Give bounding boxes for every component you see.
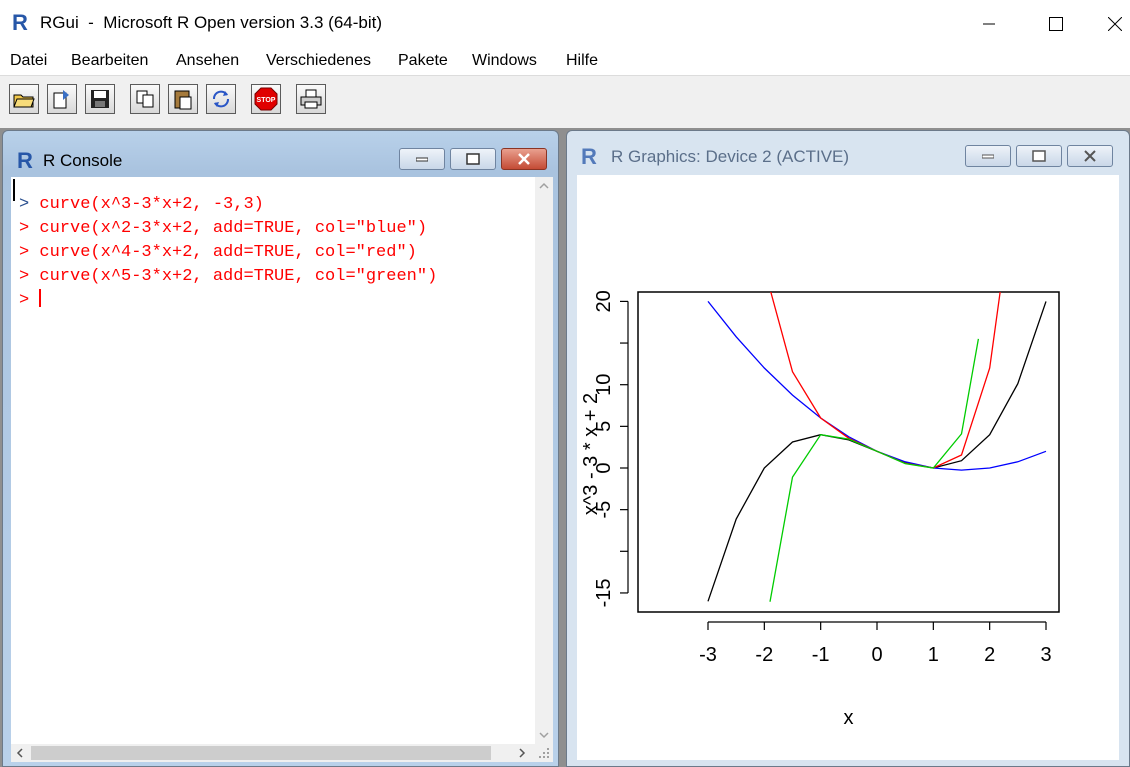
console-command: curve(x^3-3*x+2, -3,3)	[39, 195, 264, 214]
close-button[interactable]	[1100, 0, 1130, 48]
console-line: > curve(x^3-3*x+2, -3,3)	[19, 193, 437, 217]
save-button[interactable]	[85, 84, 115, 114]
menu-hilfe[interactable]: Hilfe	[566, 52, 598, 70]
paste-button[interactable]	[168, 84, 198, 114]
copy-icon	[136, 90, 154, 108]
scroll-left-icon[interactable]	[11, 744, 29, 762]
menu-datei[interactable]: Datei	[10, 52, 47, 70]
graphics-r-logo-icon: R	[581, 144, 597, 169]
plot-area: x x^3 - 3 * x + 2 -3 -2 -1 0 1 2 3 -15 -5 0 5 10 20	[577, 175, 1119, 760]
menu-bar: Datei Bearbeiten Ansehen Verschiedenes P…	[0, 48, 1130, 75]
copy-button[interactable]	[130, 84, 160, 114]
x-tick-label: 1	[928, 644, 939, 666]
resize-grip-icon[interactable]	[535, 744, 553, 762]
paste-icon	[174, 90, 192, 110]
y-tick-label: 10	[593, 374, 615, 396]
console-command: curve(x^4-3*x+2, add=TRUE, col="red")	[39, 243, 417, 262]
console-title: R Console	[43, 151, 123, 170]
console-close-button[interactable]	[501, 148, 547, 170]
x-tick-label: 3	[1040, 644, 1051, 666]
open-script-icon	[13, 94, 35, 108]
y-tick-label: 5	[593, 421, 615, 432]
graphics-minimize-button[interactable]	[965, 145, 1011, 167]
minimize-icon	[982, 154, 994, 159]
console-command: curve(x^5-3*x+2, add=TRUE, col="green")	[39, 267, 438, 286]
x-tick-label: -2	[755, 644, 773, 666]
console-output[interactable]: > curve(x^3-3*x+2, -3,3) > curve(x^2-3*x…	[11, 177, 553, 762]
console-prompt: >	[19, 195, 30, 214]
app-title: RGui - Microsoft R Open version 3.3 (64-…	[40, 13, 383, 32]
app-titlebar: R RGui - Microsoft R Open version 3.3 (6…	[0, 0, 1130, 48]
console-line: > curve(x^5-3*x+2, add=TRUE, col="green"…	[19, 265, 437, 289]
y-tick-label: 20	[593, 290, 615, 312]
x-tick-label: 0	[871, 644, 882, 666]
load-workspace-icon	[53, 90, 69, 109]
console-line: > curve(x^2-3*x+2, add=TRUE, col="blue")	[19, 217, 437, 241]
maximize-icon	[1049, 17, 1063, 31]
plot-svg: x x^3 - 3 * x + 2 -3 -2 -1 0 1 2 3 -15 -5 0 5 10 20	[580, 290, 1060, 729]
maximize-button[interactable]	[1033, 0, 1079, 48]
print-icon	[300, 89, 322, 109]
input-caret	[39, 289, 42, 307]
series-line	[769, 338, 980, 602]
menu-pakete[interactable]: Pakete	[398, 52, 448, 70]
x-tick-label: -3	[699, 644, 717, 666]
console-horizontal-scrollbar[interactable]	[11, 744, 553, 762]
close-icon	[1108, 17, 1122, 31]
minimize-button[interactable]	[966, 0, 1012, 48]
graphics-window: R R Graphics: Device 2 (ACTIVE) x x^3 - …	[566, 130, 1130, 767]
x-tick-label: 2	[984, 644, 995, 666]
scroll-right-icon[interactable]	[513, 744, 531, 762]
graphics-maximize-button[interactable]	[1016, 145, 1062, 167]
toolbar: STOP	[0, 75, 1130, 129]
maximize-icon	[1032, 150, 1046, 162]
text-cursor	[13, 179, 15, 201]
menu-verschiedenes[interactable]: Verschiedenes	[266, 52, 371, 70]
series-line	[770, 292, 1001, 469]
x-tick-label: -1	[812, 644, 830, 666]
plot-box	[637, 291, 1060, 613]
x-axis-label: x	[844, 707, 854, 729]
open-script-button[interactable]	[9, 84, 39, 114]
console-prompt: >	[19, 267, 30, 286]
console-prompt: >	[19, 243, 30, 262]
graphics-title: R Graphics: Device 2 (ACTIVE)	[611, 147, 850, 166]
console-maximize-button[interactable]	[450, 148, 496, 170]
y-tick-label: -15	[593, 578, 615, 607]
close-icon	[518, 153, 530, 165]
close-icon	[1084, 150, 1096, 162]
console-line: > curve(x^4-3*x+2, add=TRUE, col="red")	[19, 241, 437, 265]
menu-windows[interactable]: Windows	[472, 52, 537, 70]
scroll-down-icon[interactable]	[535, 726, 553, 744]
print-button[interactable]	[296, 84, 326, 114]
console-prompt: >	[19, 291, 30, 310]
load-workspace-button[interactable]	[47, 84, 77, 114]
stop-icon: STOP	[254, 87, 278, 111]
console-window: R R Console > curve(x^3-3*x+2, -3,3) > c…	[2, 130, 559, 767]
scrollbar-thumb[interactable]	[31, 746, 491, 760]
y-tick-label: 0	[593, 462, 615, 473]
console-r-logo-icon: R	[17, 148, 33, 173]
stop-button[interactable]: STOP	[251, 84, 281, 114]
console-minimize-button[interactable]	[399, 148, 445, 170]
console-input-line[interactable]: >	[19, 289, 437, 313]
scroll-up-icon[interactable]	[535, 177, 553, 195]
minimize-icon	[983, 23, 995, 25]
console-prompt: >	[19, 219, 30, 238]
console-vertical-scrollbar[interactable]	[535, 177, 553, 744]
r-logo-icon: R	[12, 10, 28, 35]
stop-label: STOP	[257, 97, 276, 104]
console-command: curve(x^2-3*x+2, add=TRUE, col="blue")	[39, 219, 428, 238]
y-axis-label: x^3 - 3 * x + 2	[580, 393, 602, 515]
save-icon	[91, 90, 109, 108]
y-tick-label: -5	[593, 501, 615, 519]
menu-ansehen[interactable]: Ansehen	[176, 52, 239, 70]
menu-bearbeiten[interactable]: Bearbeiten	[71, 52, 148, 70]
mdi-area: R R Console > curve(x^3-3*x+2, -3,3) > c…	[0, 128, 1130, 767]
copy-paste-icon	[213, 90, 229, 108]
maximize-icon	[466, 153, 480, 165]
minimize-icon	[416, 157, 428, 162]
copy-paste-button[interactable]	[206, 84, 236, 114]
graphics-close-button[interactable]	[1067, 145, 1113, 167]
